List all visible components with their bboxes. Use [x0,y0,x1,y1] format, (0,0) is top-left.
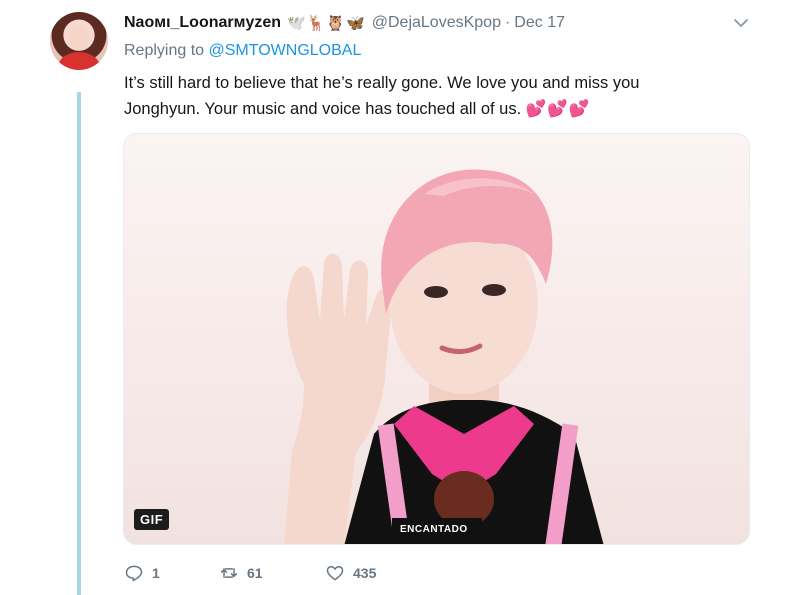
like-count: 435 [353,565,377,581]
tweet-header: Naoмι_Loonarмyzen 🕊️🦌🦉🦋 @DejaLovesKpop ·… [124,12,565,34]
heart-icon [326,566,344,581]
replying-to: Replying to @SMTOWNGLOBAL [124,42,361,60]
reply-count: 1 [152,565,160,581]
tweet-emojis: 💕💕💕 [525,100,591,118]
display-name[interactable]: Naoмι_Loonarмyzen [124,14,281,32]
user-handle[interactable]: @DejaLovesKpop [372,14,501,32]
tweet-date[interactable]: Dec 17 [514,14,565,32]
name-emojis: 🕊️🦌🦉🦋 [287,15,366,32]
tweet-text: It’s still hard to believe that he’s rea… [124,70,684,122]
gif-frame [284,169,604,544]
tweet-actions: 1 61 435 [124,563,425,583]
retweet-count: 61 [247,565,263,581]
reply-button[interactable]: 1 [124,563,219,583]
right-eye [482,284,506,296]
retweet-button[interactable]: 61 [219,563,325,583]
retweet-icon [220,568,238,578]
thread-line [77,92,81,595]
avatar-shirt [58,52,100,70]
like-button[interactable]: 435 [325,563,425,583]
tweet-media-gif[interactable]: ENCANTADO GIF [123,133,750,545]
replying-to-link[interactable]: @SMTOWNGLOBAL [209,42,362,59]
reply-icon [125,565,143,582]
chevron-down-icon[interactable] [733,15,749,31]
microphone-label: ENCANTADO [400,524,468,535]
avatar[interactable] [50,12,108,70]
replying-prefix: Replying to [124,42,205,59]
gif-badge: GIF [134,509,170,530]
left-eye [424,286,448,298]
header-separator: · [504,14,511,31]
avatar-face [69,26,89,50]
